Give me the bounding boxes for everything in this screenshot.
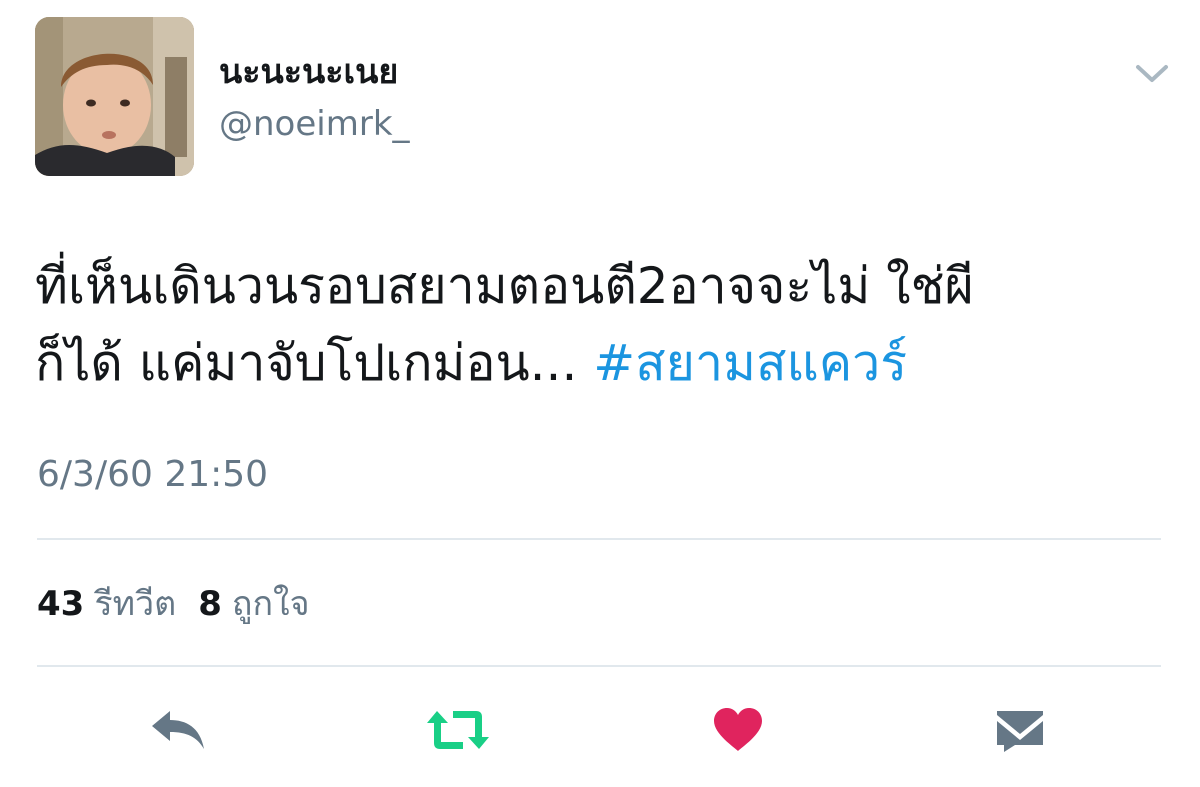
heart-icon: [714, 708, 762, 751]
reply-icon: [152, 711, 204, 749]
retweet-label[interactable]: รีทวีต: [94, 584, 176, 624]
like-label[interactable]: ถูกใจ: [232, 584, 310, 624]
tweet-text: ที่เห็นเดินวนรอบสยามตอนตี2อาจจะไม่ ใช่ผี…: [35, 248, 1165, 402]
user-handle[interactable]: @noeimrk_: [219, 102, 410, 146]
chevron-down-icon[interactable]: [1130, 58, 1174, 90]
like-button[interactable]: [703, 700, 773, 760]
tweet-text-line-2: ก็ได้ แค่มาจับโปเกม่อน... #สยามสแควร์: [35, 325, 1165, 402]
tweet-text-line-2-body: ก็ได้ แค่มาจับโปเกม่อน...: [35, 334, 578, 392]
like-count[interactable]: 8: [198, 584, 222, 624]
avatar[interactable]: [35, 17, 194, 176]
tweet-stats: 43 รีทวีต 8 ถูกใจ: [37, 582, 310, 626]
retweet-button[interactable]: [423, 700, 493, 760]
retweet-count[interactable]: 43: [37, 584, 84, 624]
avatar-photo: [35, 17, 194, 176]
divider-top: [37, 538, 1161, 540]
hashtag-link[interactable]: #สยามสแควร์: [593, 334, 907, 392]
retweet-icon: [427, 711, 489, 749]
tweet-timestamp[interactable]: 6/3/60 21:50: [37, 452, 268, 498]
direct-message-button[interactable]: [985, 700, 1055, 760]
envelope-icon: [997, 711, 1043, 752]
display-name[interactable]: นะนะนะเนย: [219, 50, 398, 94]
divider-bottom: [37, 665, 1161, 667]
tweet-text-line-1: ที่เห็นเดินวนรอบสยามตอนตี2อาจจะไม่ ใช่ผี: [35, 257, 974, 315]
reply-button[interactable]: [143, 700, 213, 760]
